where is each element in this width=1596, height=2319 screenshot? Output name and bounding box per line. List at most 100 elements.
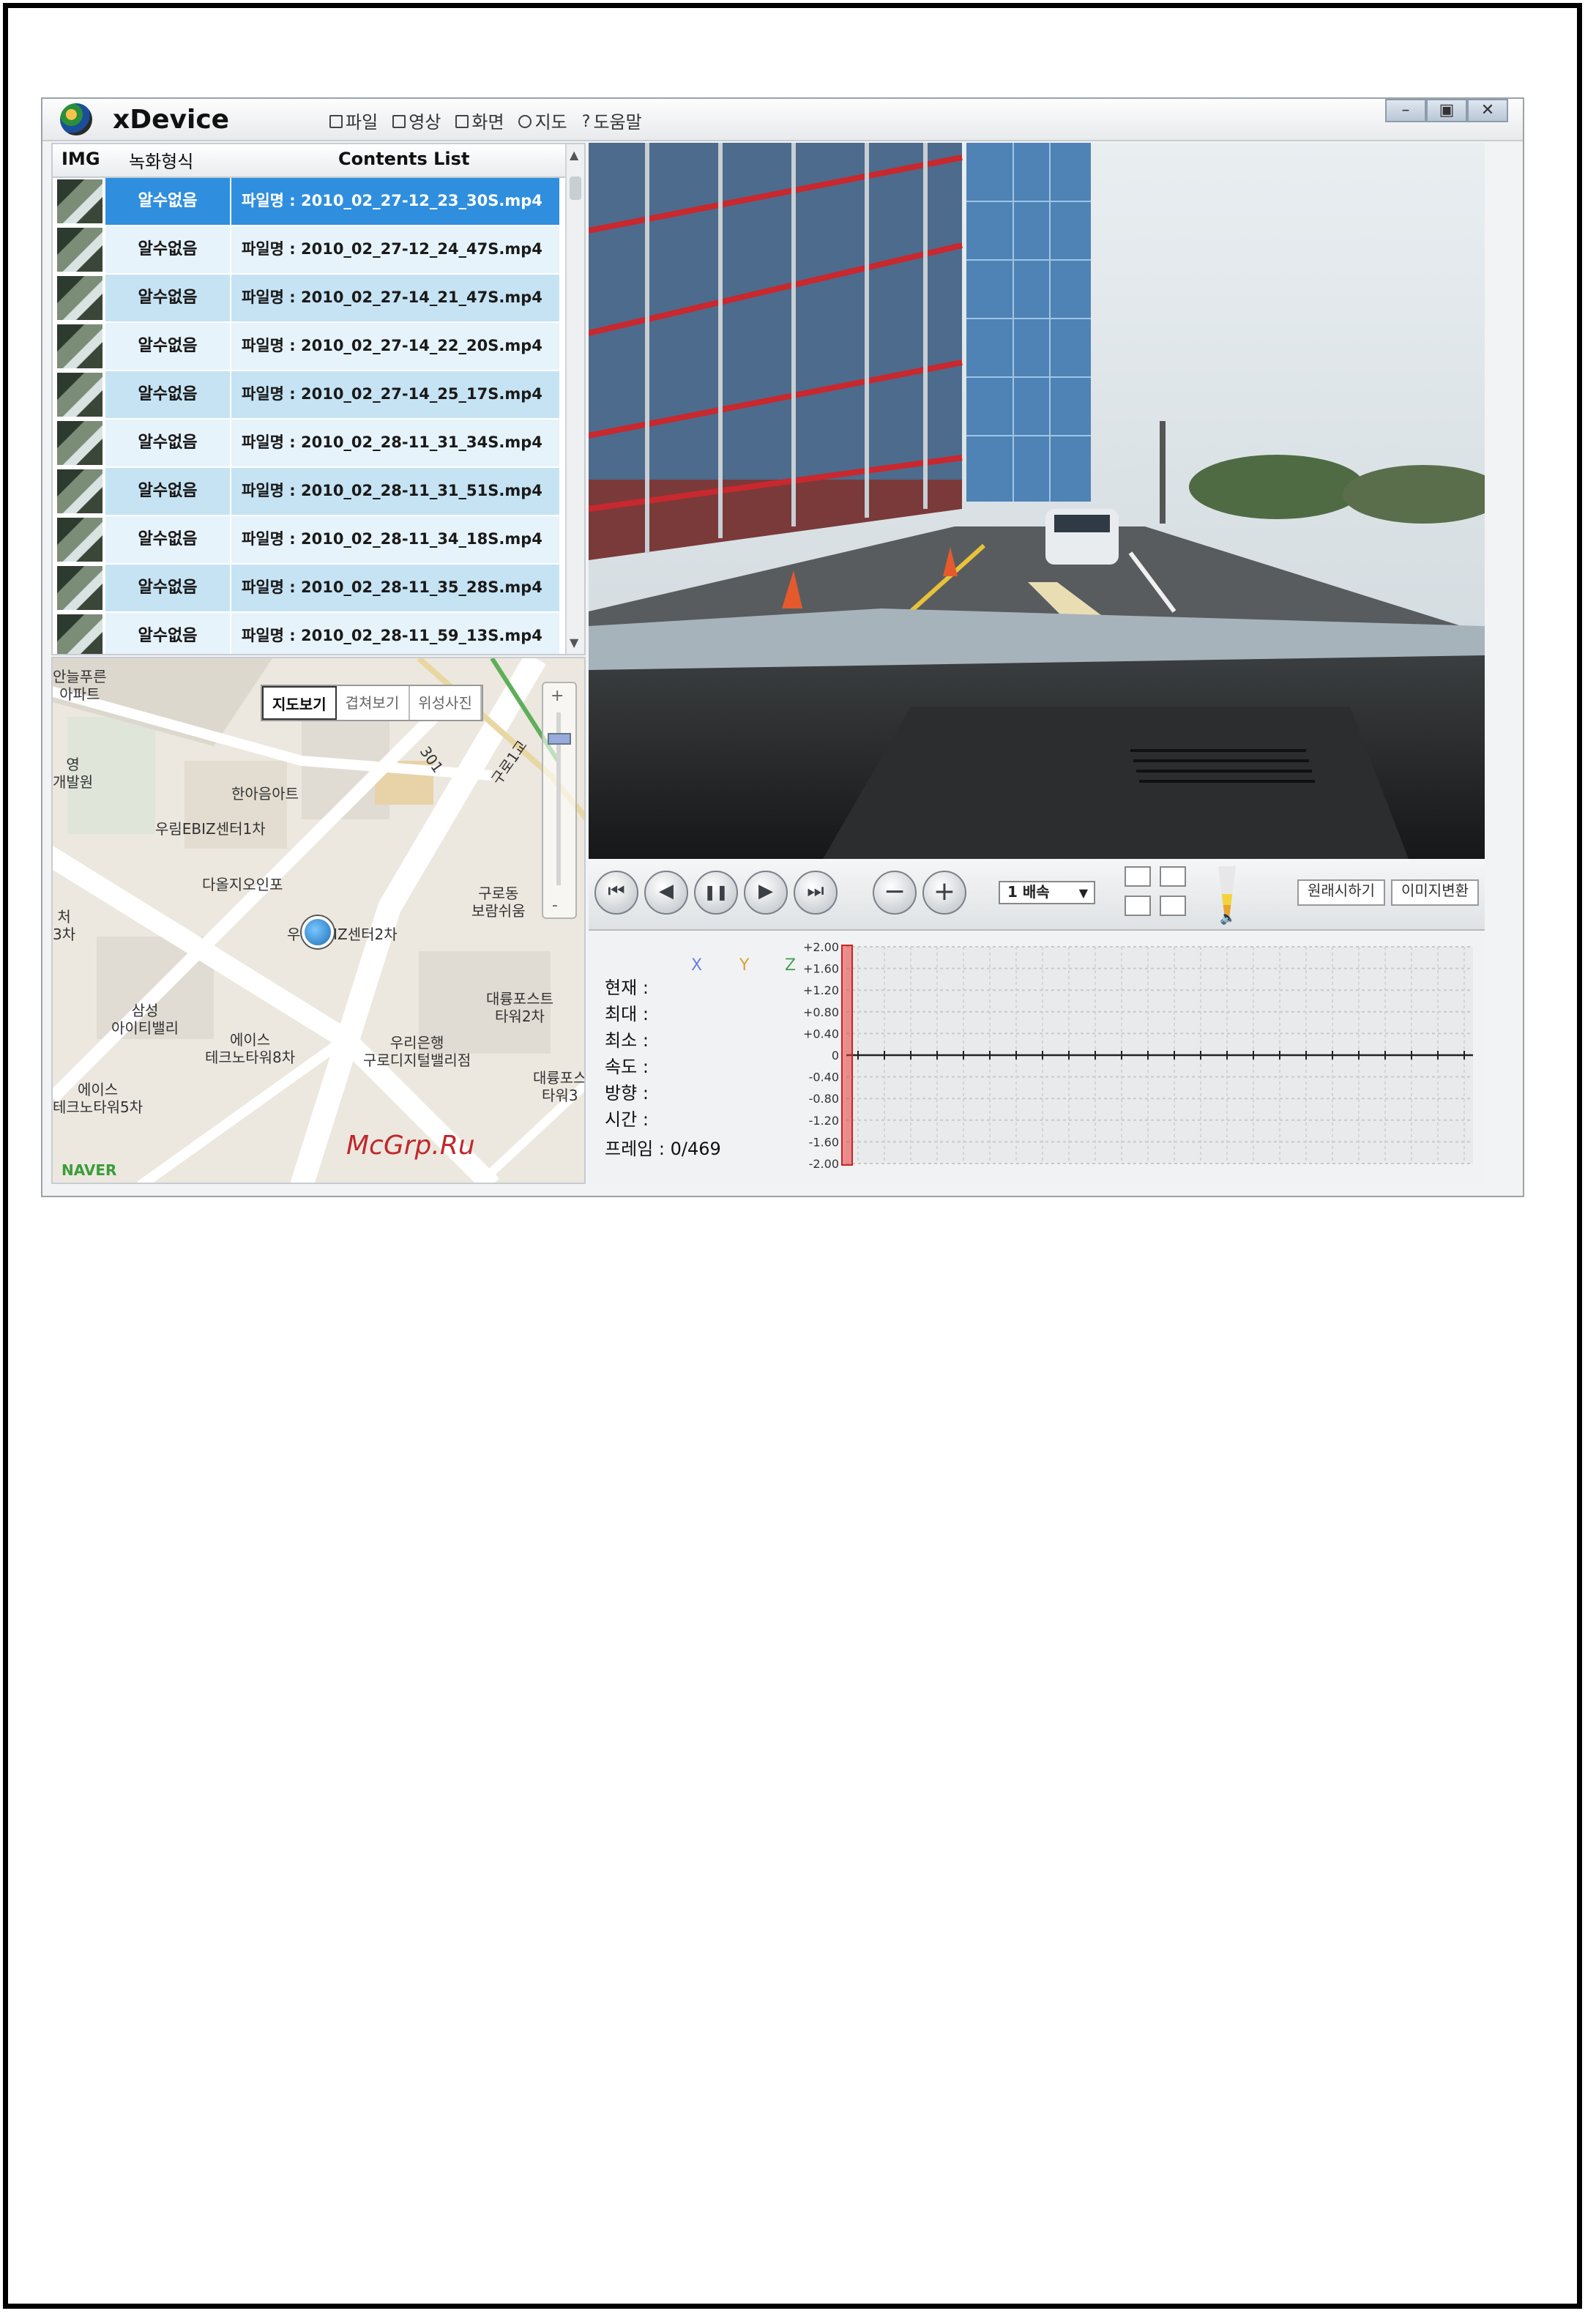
file-name: 파일명 : 2010_02_28-11_35_28S.mp4 (231, 565, 559, 611)
list-header: IMG 녹화형식 Contents List (53, 144, 584, 178)
map-label: 구로동 보람쉬움 (471, 887, 526, 920)
menu-map[interactable]: 지도 (518, 109, 567, 134)
naver-logo: NAVER (61, 1164, 117, 1180)
y-tick-label: +0.80 (803, 1005, 839, 1019)
header-contents: Contents List (338, 149, 470, 169)
menu-help[interactable]: ? 도움말 (582, 109, 642, 134)
layout-columns-icon[interactable] (1125, 896, 1151, 916)
video-thumbnail (57, 614, 102, 654)
record-type: 알수없음 (105, 178, 230, 225)
menu-file[interactable]: 파일 (329, 109, 378, 134)
contents-list: IMG 녹화형식 Contents List 알수없음 파일명 : 2010_02… (51, 143, 586, 655)
file-name: 파일명 : 2010_02_27-14_25_17S.mp4 (231, 371, 559, 418)
zoom-out-icon[interactable]: - (552, 896, 558, 915)
list-item[interactable]: 알수없음 파일명 : 2010_02_28-11_34_18S.mp4 (53, 516, 568, 565)
menu-screen[interactable]: 화면 (455, 109, 504, 134)
map-label: 우리은행 구로디지털밸리점 (363, 1036, 471, 1070)
list-item[interactable]: 알수없음 파일명 : 2010_02_27-12_24_47S.mp4 (53, 226, 568, 275)
speed-select[interactable]: 1 배속 ▼ (999, 881, 1095, 904)
save-icon (329, 115, 343, 128)
zoom-out-button[interactable]: − (873, 871, 917, 915)
list-item[interactable]: 알수없음 파일명 : 2010_02_28-11_31_34S.mp4 (53, 420, 568, 468)
pause-icon: ❚❚ (704, 885, 728, 901)
list-item[interactable]: 알수없음 파일명 : 2010_02_27-14_25_17S.mp4 (53, 371, 568, 420)
pause-button[interactable]: ❚❚ (694, 871, 738, 915)
skip-back-button[interactable]: ⏮ (594, 871, 638, 915)
close-button[interactable]: ✕ (1467, 99, 1508, 122)
zoom-handle[interactable] (548, 733, 571, 745)
skip-forward-button[interactable]: ⏭ (794, 871, 838, 915)
layout-grid-icon[interactable] (1160, 896, 1186, 916)
prev-button[interactable]: ◀ (644, 871, 688, 915)
layout-quad-icon[interactable] (1160, 866, 1186, 887)
map-tab[interactable]: 겹쳐보기 (337, 686, 410, 720)
list-item[interactable]: 알수없음 파일명 : 2010_02_27-14_22_20S.mp4 (53, 323, 568, 371)
y-tick-label: 0 (832, 1049, 839, 1062)
file-name: 파일명 : 2010_02_27-14_21_47S.mp4 (231, 275, 559, 321)
video-thumbnail (57, 469, 102, 513)
record-type: 알수없음 (105, 613, 230, 654)
record-type: 알수없음 (105, 516, 230, 563)
list-item[interactable]: 알수없음 파일명 : 2010_02_28-11_31_51S.mp4 (53, 468, 568, 516)
map-panel[interactable]: 지도보기 겹쳐보기 위성사진 안늘푸른 아파트 영 개발원 한아음아트 우림EBIZ센터… (51, 657, 586, 1184)
layout-single-icon[interactable] (1125, 866, 1151, 887)
record-type: 알수없음 (105, 565, 230, 611)
scroll-thumb[interactable] (570, 176, 581, 200)
video-thumbnail (57, 179, 102, 223)
maximize-button[interactable]: ▣ (1426, 99, 1467, 122)
header-rec: 녹화형식 (129, 152, 194, 172)
menu-bar: 파일 영상 화면 지도 ? 도움말 (329, 109, 642, 134)
map-label: 영 개발원 (53, 758, 94, 792)
title-bar: xDevice 파일 영상 화면 지도 ? 도움말 – ▣ ✕ (42, 99, 1523, 141)
xdevice-window: xDevice 파일 영상 화면 지도 ? 도움말 – ▣ ✕ IMG 녹화형식 … (41, 97, 1524, 1197)
map-label: 대륭포스 타워3 (533, 1071, 586, 1105)
y-tick-label: +0.40 (803, 1027, 839, 1041)
map-pin-icon (518, 115, 532, 128)
video-thumbnail (57, 518, 102, 562)
player-controls: ⏮ ◀ ❚❚ ▶ ⏭ − + 1 배속 ▼ 🔈 원래시하기 이미지변환 (589, 859, 1485, 931)
minimize-button[interactable]: – (1385, 99, 1426, 122)
map-label: 에이스 테크노타워8차 (205, 1033, 296, 1067)
map-label: 한아음아트 (231, 787, 299, 803)
y-tick-label: -0.40 (809, 1071, 839, 1084)
header-img: IMG (61, 149, 100, 169)
play-icon: ▶ (758, 881, 773, 903)
map-label: 우림EBIZ센터1차 (155, 822, 266, 838)
skip-forward-icon: ⏭ (807, 881, 824, 903)
list-item[interactable]: 알수없음 파일명 : 2010_02_27-14_21_47S.mp4 (53, 275, 568, 323)
y-tick-label: -1.20 (809, 1114, 839, 1128)
video-thumbnail (57, 421, 102, 465)
play-button[interactable]: ▶ (744, 871, 788, 915)
map-tab[interactable]: 위성사진 (409, 686, 482, 720)
list-item[interactable]: 알수없음 파일명 : 2010_02_28-11_35_28S.mp4 (53, 565, 568, 613)
sensor-graph-panel: X Y Z 현재 : 최대 : 최소 : 속도 : 방향 : 시간 : 프레임 : 0/4… (589, 931, 1485, 1185)
map-label: 에이스 테크노타워5차 (53, 1083, 143, 1117)
chevron-down-icon: ▼ (1078, 887, 1088, 900)
map-label: 다올지오인포 (202, 878, 283, 894)
record-type: 알수없음 (105, 468, 230, 515)
zoom-in-button[interactable]: + (922, 871, 966, 915)
list-scrollbar[interactable]: ▲ ▼ (565, 144, 584, 654)
list-item[interactable]: 알수없음 파일명 : 2010_02_28-11_59_13S.mp4 (53, 613, 568, 654)
map-zoom-bar[interactable]: + - (542, 682, 577, 919)
video-frame (589, 143, 1485, 859)
list-item[interactable]: 알수없음 파일명 : 2010_02_27-12_23_30S.mp4 (53, 178, 568, 226)
zoom-in-icon[interactable]: + (551, 686, 564, 705)
dashcam-image (589, 143, 1485, 859)
scroll-up-icon[interactable]: ▲ (570, 149, 578, 162)
file-name: 파일명 : 2010_02_27-12_23_30S.mp4 (231, 178, 559, 225)
speaker-icon[interactable]: 🔈 (1220, 912, 1236, 926)
prev-icon: ◀ (659, 881, 674, 903)
map-tabs: 지도보기 겹쳐보기 위성사진 (261, 685, 484, 721)
restore-button[interactable]: 원래시하기 (1297, 879, 1385, 906)
speed-value: 1 배속 (1007, 885, 1050, 901)
vehicle-location-icon (302, 916, 334, 948)
video-thumbnail (57, 228, 102, 272)
map-tab[interactable]: 지도보기 (262, 686, 337, 720)
file-name: 파일명 : 2010_02_27-12_24_47S.mp4 (231, 226, 559, 273)
scroll-down-icon[interactable]: ▼ (570, 636, 578, 649)
image-convert-button[interactable]: 이미지변환 (1391, 879, 1479, 906)
menu-video[interactable]: 영상 (392, 109, 441, 134)
g-sensor-chart: +2.00 +1.60 +1.20 +0.80 +0.40 0 -0.40 -0.80 -1.2… (803, 940, 1473, 1171)
playback-cursor[interactable] (841, 945, 853, 1166)
